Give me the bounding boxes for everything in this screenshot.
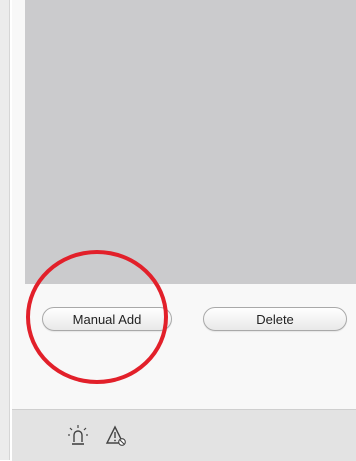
delete-button[interactable]: Delete (203, 307, 347, 331)
manual-add-button[interactable]: Manual Add (42, 307, 172, 331)
device-list-area[interactable] (25, 0, 356, 284)
status-bar (12, 409, 356, 461)
warning-muted-icon[interactable] (105, 424, 127, 448)
alarm-light-icon[interactable] (67, 424, 89, 448)
left-panel-edge (0, 0, 10, 460)
